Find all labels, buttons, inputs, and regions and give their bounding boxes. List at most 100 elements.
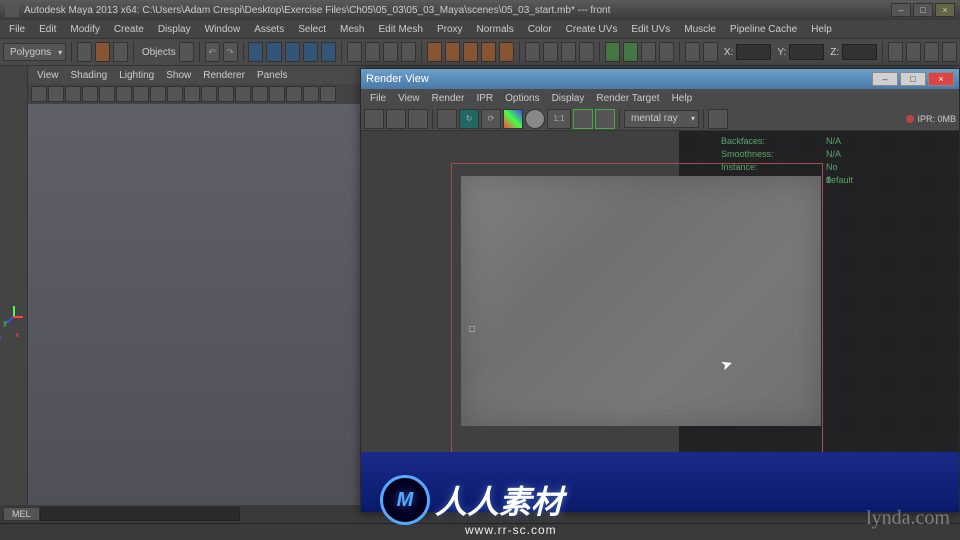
vp-tool-icon[interactable] [269,86,285,102]
vp-tool-icon[interactable] [286,86,302,102]
vp-tool-icon[interactable] [167,86,183,102]
menu-create-uvs[interactable]: Create UVs [560,22,624,37]
layout-icon[interactable] [579,42,594,62]
snap-point-icon[interactable] [285,42,300,62]
open-scene-icon[interactable] [95,42,110,62]
renderer-dropdown[interactable]: mental ray [624,110,699,128]
menu-normals[interactable]: Normals [471,22,520,37]
menu-assets[interactable]: Assets [248,22,290,37]
vp-tool-icon[interactable] [65,86,81,102]
layout-icon[interactable] [525,42,540,62]
rw-redo-render-icon[interactable] [364,109,384,129]
menu-window[interactable]: Window [199,22,247,37]
vp-tool-icon[interactable] [133,86,149,102]
menu-pipeline-cache[interactable]: Pipeline Cache [724,22,803,37]
menu-mesh[interactable]: Mesh [334,22,370,37]
tool-icon[interactable] [659,42,674,62]
construction-history-icon[interactable] [427,42,442,62]
rw-remove-image-icon[interactable] [595,109,615,129]
rw-settings-icon[interactable] [708,109,728,129]
vp-tool-icon[interactable] [303,86,319,102]
render-view-canvas[interactable]: Backfaces:N/A Smoothness:N/A Instance:No… [361,131,959,512]
rw-menu-display[interactable]: Display [546,91,591,106]
snap-plane-icon[interactable] [303,42,318,62]
rw-menu-help[interactable]: Help [666,91,699,106]
tool-icon[interactable] [888,42,903,62]
tool-icon[interactable] [703,42,718,62]
rw-menu-render-target[interactable]: Render Target [590,91,665,106]
rw-menu-ipr[interactable]: IPR [470,91,499,106]
redo-icon[interactable]: ↷ [223,42,238,62]
rw-close-button[interactable]: × [928,72,954,86]
snap-curve-icon[interactable] [266,42,281,62]
command-input[interactable] [40,507,240,521]
snap-grid-icon[interactable] [248,42,263,62]
coord-z-input[interactable] [842,44,877,60]
tool-icon[interactable] [924,42,939,62]
region-handle[interactable] [469,326,475,332]
menu-muscle[interactable]: Muscle [678,22,722,37]
ipr-icon[interactable] [383,42,398,62]
vp-tool-icon[interactable] [320,86,336,102]
tool-icon[interactable] [942,42,957,62]
tool-icon[interactable] [906,42,921,62]
menu-display[interactable]: Display [152,22,197,37]
tool-icon[interactable] [641,42,656,62]
menu-edit[interactable]: Edit [33,22,62,37]
vp-menu-view[interactable]: View [31,68,65,83]
save-scene-icon[interactable] [113,42,128,62]
tool-icon[interactable] [605,42,620,62]
layout-icon[interactable] [561,42,576,62]
rw-menu-render[interactable]: Render [426,91,471,106]
coord-y-input[interactable] [789,44,824,60]
vp-tool-icon[interactable] [99,86,115,102]
vp-menu-renderer[interactable]: Renderer [197,68,251,83]
menu-edit-uvs[interactable]: Edit UVs [625,22,676,37]
rw-menu-file[interactable]: File [364,91,392,106]
rw-keep-image-icon[interactable] [573,109,593,129]
hypershade-icon[interactable] [347,42,362,62]
vp-menu-panels[interactable]: Panels [251,68,294,83]
rw-menu-view[interactable]: View [392,91,426,106]
rw-rgb-icon[interactable] [503,109,523,129]
vp-menu-shading[interactable]: Shading [65,68,114,83]
vp-tool-icon[interactable] [235,86,251,102]
menuset-dropdown[interactable]: Polygons [3,43,66,61]
vp-tool-icon[interactable] [116,86,132,102]
selection-mask-icon[interactable] [179,42,194,62]
tool-icon[interactable] [481,42,496,62]
menu-edit-mesh[interactable]: Edit Mesh [372,22,428,37]
undo-icon[interactable]: ↶ [205,42,220,62]
rw-render-icon[interactable] [437,109,457,129]
vp-menu-lighting[interactable]: Lighting [113,68,160,83]
coord-x-input[interactable] [736,44,771,60]
tool-icon[interactable] [463,42,478,62]
render-view-titlebar[interactable]: Render View – □ × [361,69,959,89]
vp-tool-icon[interactable] [48,86,64,102]
layout-icon[interactable] [543,42,558,62]
vp-menu-show[interactable]: Show [160,68,197,83]
vp-tool-icon[interactable] [82,86,98,102]
script-language-label[interactable]: MEL [3,507,40,521]
tool-icon[interactable] [685,42,700,62]
menu-help[interactable]: Help [805,22,838,37]
close-button[interactable]: × [935,3,955,17]
render-icon[interactable] [365,42,380,62]
new-scene-icon[interactable] [77,42,92,62]
rw-minimize-button[interactable]: – [872,72,898,86]
rw-ipr-render-icon[interactable]: ↻ [459,109,479,129]
minimize-button[interactable]: – [891,3,911,17]
menu-modify[interactable]: Modify [64,22,105,37]
menu-file[interactable]: File [3,22,31,37]
tool-icon[interactable] [623,42,638,62]
vp-tool-icon[interactable] [218,86,234,102]
rw-snapshot-icon[interactable] [408,109,428,129]
maximize-button[interactable]: □ [913,3,933,17]
vp-tool-icon[interactable] [150,86,166,102]
menu-proxy[interactable]: Proxy [431,22,469,37]
rw-render-region-icon[interactable] [386,109,406,129]
vp-tool-icon[interactable] [31,86,47,102]
menu-create[interactable]: Create [108,22,150,37]
rw-maximize-button[interactable]: □ [900,72,926,86]
snap-live-icon[interactable] [321,42,336,62]
